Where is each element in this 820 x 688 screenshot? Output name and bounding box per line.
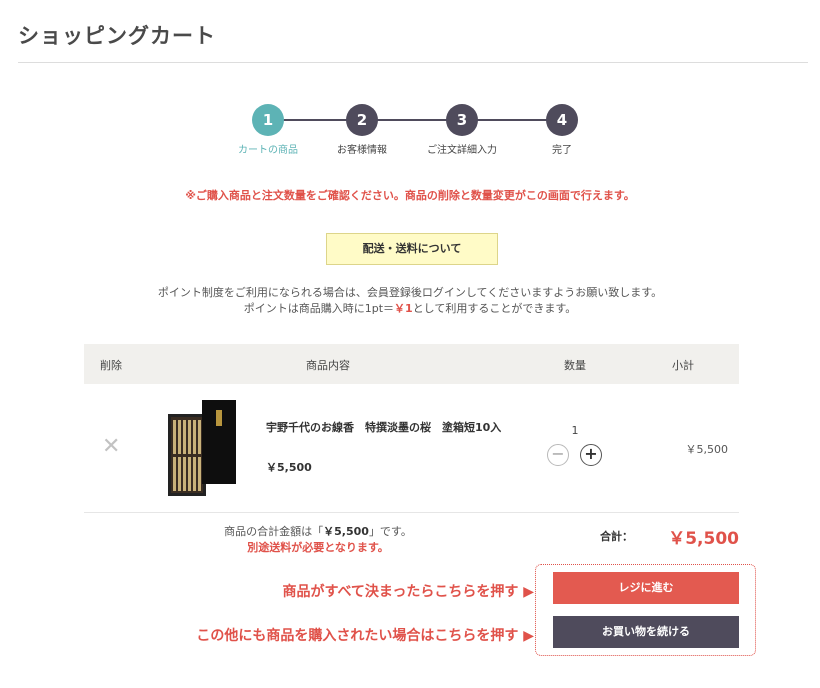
step-2: 2 お客様情報 xyxy=(312,104,412,156)
header-subtotal: 小計 xyxy=(672,359,694,372)
step-1-label: カートの商品 xyxy=(238,145,298,156)
product-name[interactable]: 宇野千代のお線香 特撰淡墨の桜 塗箱短10入 xyxy=(266,420,518,435)
summary-amount: ￥5,500 xyxy=(323,525,369,538)
points-rate-prefix: ポイントは商品購入時に1pt＝ xyxy=(243,302,395,315)
cart-table-header: 削除 商品内容 数量 小計 xyxy=(84,344,739,384)
shipping-info-button[interactable]: 配送・送料について xyxy=(326,233,498,265)
header-product: 商品内容 xyxy=(306,359,350,372)
remove-item-close-icon[interactable]: ✕ xyxy=(102,436,120,458)
step-1-number: 1 xyxy=(252,104,284,136)
total-label: 合計： xyxy=(600,530,633,543)
order-summary-text: 商品の合計金額は「￥5,500」です。 別途送料が必要となります。 xyxy=(200,524,436,556)
step-2-number: 2 xyxy=(346,104,378,136)
header-remove: 削除 xyxy=(100,359,122,372)
continue-guide-text: この他にも商品を購入されたい場合はこちらを押す ▶ xyxy=(196,628,534,644)
summary-suffix: 」です。 xyxy=(368,525,412,538)
summary-prefix: 商品の合計金額は「 xyxy=(224,525,324,538)
step-4-label: 完了 xyxy=(552,145,572,156)
points-rate-value: ￥1 xyxy=(394,302,413,315)
header-quantity: 数量 xyxy=(564,359,586,372)
product-price: ￥5,500 xyxy=(266,461,312,474)
points-info: ポイント制度をご利用になられる場合は、会員登録後ログインしてくださいますようお願… xyxy=(0,285,820,317)
step-3: 3 ご注文詳細入力 xyxy=(412,104,512,156)
step-3-number: 3 xyxy=(446,104,478,136)
step-3-label: ご注文詳細入力 xyxy=(427,145,497,156)
total-amount: ￥5,500 xyxy=(668,529,739,549)
title-divider xyxy=(18,62,808,63)
points-info-line2: ポイントは商品購入時に1pt＝￥1として利用することができます。 xyxy=(0,301,820,317)
quantity-value: 1 xyxy=(571,424,579,437)
shipping-note: 別途送料が必要となります。 xyxy=(247,541,389,554)
item-subtotal: ￥5,500 xyxy=(685,443,729,456)
checkout-button[interactable]: レジに進む xyxy=(553,572,739,604)
checkout-guide-text: 商品がすべて決まったらこちらを押す ▶ xyxy=(282,584,534,600)
step-2-label: お客様情報 xyxy=(337,145,387,156)
step-4-number: 4 xyxy=(546,104,578,136)
summary-sentence: 商品の合計金額は「￥5,500」です。 xyxy=(200,524,436,540)
points-rate-suffix: として利用することができます。 xyxy=(412,302,577,315)
points-info-line1: ポイント制度をご利用になられる場合は、会員登録後ログインしてくださいますようお願… xyxy=(157,286,663,299)
product-image xyxy=(168,400,236,496)
quantity-decrease-minus-icon[interactable]: − xyxy=(547,444,569,466)
checkout-steps: 1 カートの商品 2 お客様情報 3 ご注文詳細入力 4 完了 xyxy=(218,104,598,164)
continue-shopping-button[interactable]: お買い物を続ける xyxy=(553,616,739,648)
quantity-increase-plus-icon[interactable]: + xyxy=(580,444,602,466)
step-1: 1 カートの商品 xyxy=(218,104,318,156)
row-divider xyxy=(84,512,739,513)
step-4: 4 完了 xyxy=(512,104,612,156)
cart-notice: ※ご購入商品と注文数量をご確認ください。商品の削除と数量変更がこの画面で行えます… xyxy=(185,189,635,202)
page-title: ショッピングカート xyxy=(18,24,216,48)
